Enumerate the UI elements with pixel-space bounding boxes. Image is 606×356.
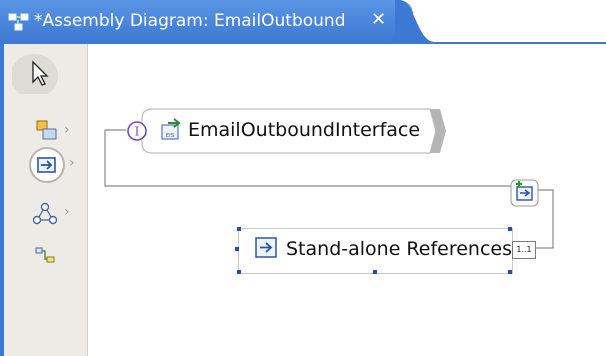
assembly-diagram-icon — [8, 13, 29, 31]
editor-tab-curve — [395, 0, 435, 42]
reference-icon — [255, 237, 279, 263]
close-icon[interactable]: ✕ — [371, 9, 386, 30]
interface-marker[interactable]: I — [126, 120, 148, 146]
eis-tag: EIS — [166, 133, 175, 139]
import-node-label[interactable]: EmailOutboundInterface — [188, 119, 420, 141]
references-tool-icon — [29, 147, 65, 183]
references-tool[interactable] — [28, 146, 72, 183]
connection-tool-icon — [35, 247, 55, 263]
chevron-right-icon[interactable]: › — [69, 155, 75, 171]
references-node-label[interactable]: Stand-alone References — [286, 238, 512, 260]
tool-palette: › › › — [4, 44, 88, 356]
eis-import-icon: EIS — [160, 117, 184, 145]
chevron-right-icon[interactable]: › — [64, 204, 70, 220]
interface-icon: I — [127, 121, 147, 141]
reference-add-icon[interactable] — [510, 178, 540, 212]
wiring-tool-icon — [32, 202, 58, 225]
interface-marker-letter: I — [135, 125, 140, 139]
connection-tool[interactable] — [34, 246, 78, 282]
component-tool-icon — [36, 120, 57, 140]
editor-tab-title: *Assembly Diagram: EmailOutbound — [34, 11, 346, 31]
multiplicity-badge: 1..1 — [512, 241, 536, 259]
selection-arrow-icon — [10, 54, 58, 98]
chevron-right-icon[interactable]: › — [64, 122, 70, 138]
selection-tool[interactable] — [10, 54, 58, 98]
